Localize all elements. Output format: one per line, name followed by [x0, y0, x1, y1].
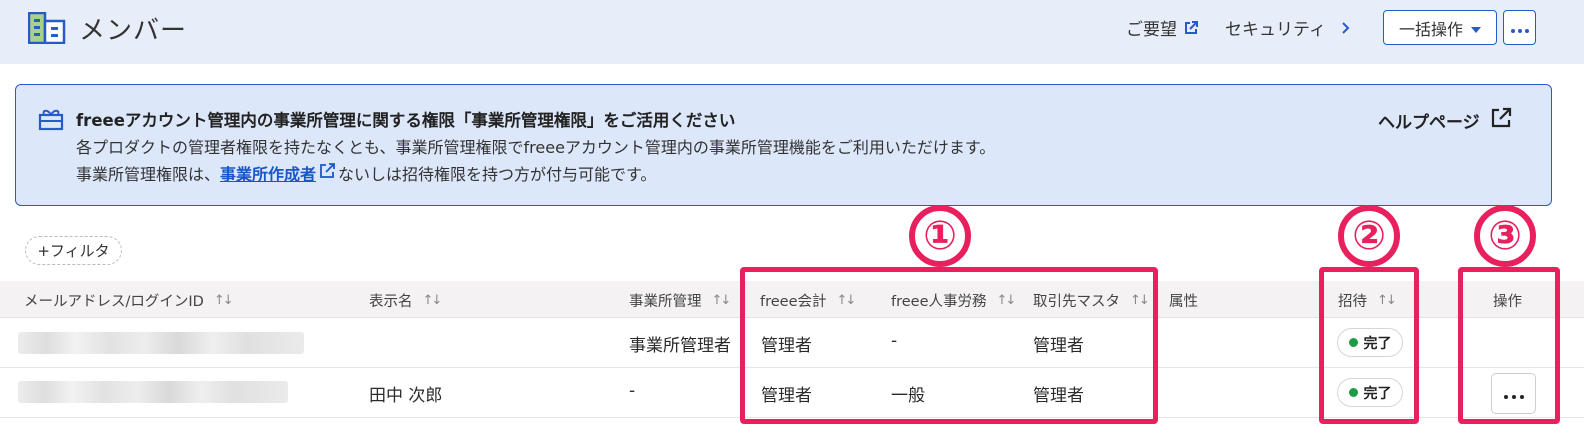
request-link[interactable]: ご要望 [1126, 15, 1199, 40]
annotation-box-2 [1319, 267, 1419, 424]
banner-note: 事業所管理権限は、 事業所作成者 ないしは招待権限を持つ方が付与可能です。 [76, 161, 656, 185]
external-link-icon [1183, 20, 1199, 36]
sort-icon[interactable]: ↑↓ [423, 293, 443, 308]
annotation-number-2: ② [1338, 205, 1400, 267]
column-label: メールアドレス/ログインID [24, 294, 204, 310]
chevron-right-icon [1340, 21, 1350, 35]
security-link-label: セキュリティ [1225, 20, 1326, 40]
external-link-icon [1490, 107, 1512, 134]
help-page-label: ヘルプページ [1378, 113, 1480, 133]
blurred-email [18, 381, 288, 403]
security-link[interactable]: セキュリティ [1225, 15, 1350, 40]
blurred-email [18, 332, 304, 354]
column-label: 表示名 [369, 294, 413, 310]
ellipsis-icon [1510, 18, 1529, 37]
help-page-link[interactable]: ヘルプページ [1378, 107, 1512, 134]
column-attribute: 属性 [1169, 290, 1198, 311]
column-email[interactable]: メールアドレス/ログインID ↑↓ [24, 290, 234, 311]
members-page: メンバー ご要望 セキュリティ 一括操作 freeeアカウント管理内の事業所管理… [0, 0, 1584, 435]
sort-icon[interactable]: ↑↓ [214, 293, 234, 308]
add-filter-label: +フィルタ [37, 242, 110, 260]
annotation-box-1 [740, 267, 1158, 424]
info-banner: freeeアカウント管理内の事業所管理に関する権限「事業所管理権限」をご活用くだ… [15, 84, 1552, 206]
office-creator-link[interactable]: 事業所作成者 [220, 161, 316, 185]
annotation-number-1: ① [909, 205, 971, 267]
annotation-number-3: ③ [1474, 205, 1536, 267]
more-options-button[interactable] [1503, 10, 1536, 45]
banner-title: freeeアカウント管理内の事業所管理に関する権限「事業所管理権限」をご活用くだ… [76, 111, 736, 130]
banner-note-prefix: 事業所管理権限は、 [76, 165, 221, 184]
sort-icon[interactable]: ↑↓ [712, 293, 732, 308]
banner-description: 各プロダクトの管理者権限を持たなくとも、事業所管理権限でfreeeアカウント管理… [76, 138, 996, 157]
external-link-icon [318, 162, 336, 184]
bulk-action-label: 一括操作 [1398, 19, 1463, 39]
caret-down-icon [1471, 18, 1481, 37]
column-label: 属性 [1169, 294, 1198, 310]
annotation-box-3 [1458, 267, 1560, 424]
column-display-name[interactable]: 表示名 ↑↓ [369, 290, 443, 311]
column-label: 事業所管理 [629, 294, 702, 310]
page-title: メンバー [79, 16, 188, 46]
add-filter-button[interactable]: +フィルタ [25, 236, 122, 265]
office-building-icon [27, 11, 66, 45]
display-name-cell: 田中 次郎 [369, 386, 443, 406]
bulk-action-button[interactable]: 一括操作 [1383, 10, 1497, 45]
page-header: メンバー ご要望 セキュリティ 一括操作 [0, 0, 1584, 64]
gift-icon [38, 107, 64, 135]
request-link-label: ご要望 [1126, 20, 1177, 40]
office-admin-cell: 事業所管理者 [629, 336, 731, 356]
banner-note-suffix: ないしは招待権限を持つ方が付与可能です。 [338, 165, 657, 184]
office-admin-cell: - [629, 381, 636, 401]
column-office-admin[interactable]: 事業所管理 ↑↓ [629, 290, 732, 311]
